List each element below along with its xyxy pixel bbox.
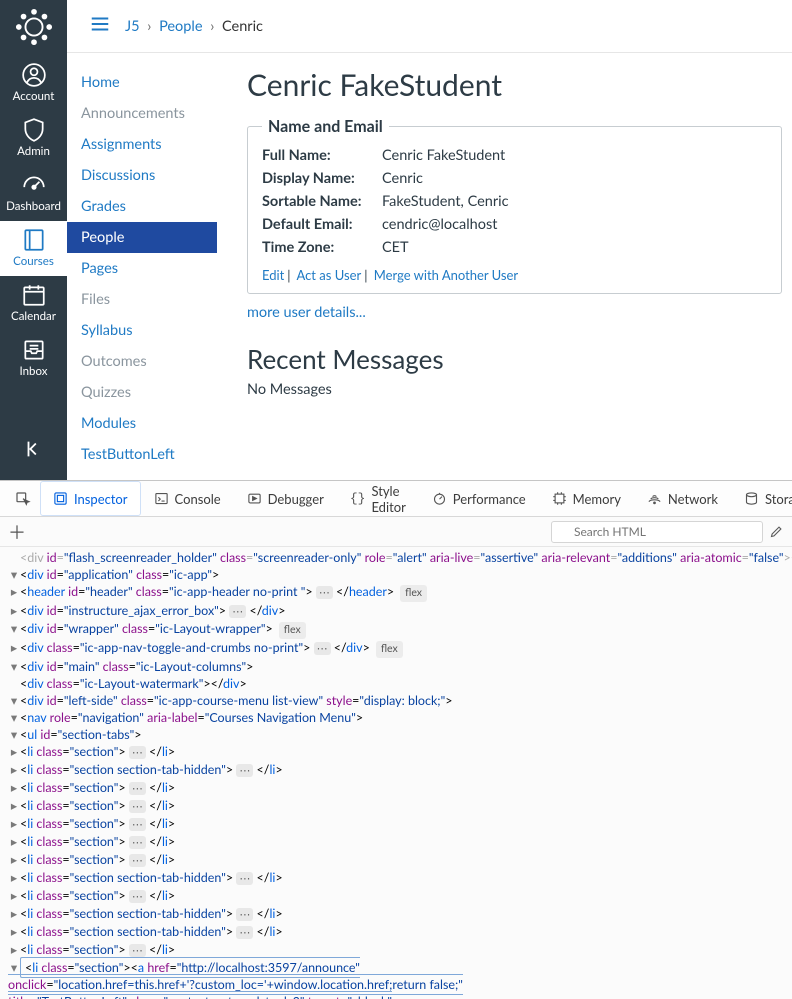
field-value: CET bbox=[382, 239, 409, 256]
no-messages-text: No Messages bbox=[247, 381, 782, 398]
box-legend: Name and Email bbox=[262, 117, 389, 136]
canvas-logo-icon bbox=[13, 6, 55, 48]
act-as-user-link[interactable]: Act as User bbox=[296, 267, 361, 283]
add-node-button[interactable]: ＋ bbox=[8, 519, 26, 545]
devtools-tab-debugger[interactable]: Debugger bbox=[234, 481, 337, 516]
coursenav-discussions[interactable]: Discussions bbox=[67, 160, 217, 191]
dom-tree[interactable]: <div id="flash_screenreader_holder" clas… bbox=[0, 547, 792, 999]
edit-icon[interactable] bbox=[769, 524, 784, 539]
nav-label: Admin bbox=[17, 145, 50, 158]
inspector-icon bbox=[53, 491, 68, 506]
devtools-tab-performance[interactable]: Performance bbox=[419, 481, 539, 516]
crumb-current: Cenric bbox=[222, 18, 263, 35]
nav-admin[interactable]: Admin bbox=[0, 111, 67, 166]
inbox-icon bbox=[21, 337, 47, 363]
coursenav-modules[interactable]: Modules bbox=[67, 408, 217, 439]
memory-icon bbox=[552, 491, 567, 506]
field-label: Default Email: bbox=[262, 216, 382, 233]
nav-dashboard[interactable]: Dashboard bbox=[0, 166, 67, 221]
devtools-panel: Inspector Console Debugger {} Style Edit… bbox=[0, 480, 792, 999]
coursenav-assignments[interactable]: Assignments bbox=[67, 129, 217, 160]
nav-account[interactable]: Account bbox=[0, 56, 67, 111]
coursenav-announcements[interactable]: Announcements bbox=[67, 98, 217, 129]
collapse-icon bbox=[23, 438, 45, 460]
crumb-people[interactable]: People bbox=[159, 18, 202, 35]
nav-label: Courses bbox=[13, 255, 54, 268]
devtools-tabs: Inspector Console Debugger {} Style Edit… bbox=[0, 481, 792, 517]
book-icon bbox=[21, 227, 47, 253]
nav-calendar[interactable]: Calendar bbox=[0, 276, 67, 331]
devtools-subtoolbar: ＋ bbox=[0, 517, 792, 547]
coursenav-quizzes[interactable]: Quizzes bbox=[67, 377, 217, 408]
coursenav-home[interactable]: Home bbox=[67, 67, 217, 98]
breadcrumb: J5 › People › Cenric bbox=[125, 18, 263, 35]
field-value: FakeStudent, Cenric bbox=[382, 193, 509, 210]
user-actions: Edit| Act as User| Merge with Another Us… bbox=[262, 259, 767, 283]
field-value: Cenric FakeStudent bbox=[382, 147, 505, 164]
name-email-box: Name and Email Full Name:Cenric FakeStud… bbox=[247, 117, 782, 294]
picker-icon bbox=[15, 491, 31, 507]
user-icon bbox=[21, 62, 47, 88]
coursenav-people[interactable]: People bbox=[67, 222, 217, 253]
console-icon bbox=[154, 491, 169, 506]
chevron-right-icon: › bbox=[206, 18, 218, 35]
course-nav: Home Announcements Assignments Discussio… bbox=[67, 53, 217, 480]
field-label: Sortable Name: bbox=[262, 193, 382, 210]
performance-icon bbox=[432, 491, 447, 506]
devtools-tab-inspector[interactable]: Inspector bbox=[40, 481, 141, 516]
devtools-pick-element[interactable] bbox=[6, 481, 40, 516]
field-label: Time Zone: bbox=[262, 239, 382, 256]
nav-inbox[interactable]: Inbox bbox=[0, 331, 67, 386]
devtools-tab-storage[interactable]: Storage bbox=[731, 481, 792, 516]
search-html-input[interactable] bbox=[551, 521, 763, 543]
coursenav-files[interactable]: Files bbox=[67, 284, 217, 315]
coursenav-outcomes[interactable]: Outcomes bbox=[67, 346, 217, 377]
debugger-icon bbox=[247, 491, 262, 506]
edit-link[interactable]: Edit bbox=[262, 267, 284, 283]
chevron-right-icon: › bbox=[143, 18, 155, 35]
devtools-tab-console[interactable]: Console bbox=[141, 481, 234, 516]
network-icon bbox=[647, 491, 662, 506]
nav-collapse[interactable] bbox=[23, 426, 45, 480]
calendar-icon bbox=[21, 282, 47, 308]
coursenav-testbuttonleft[interactable]: TestButtonLeft bbox=[67, 439, 217, 470]
nav-courses[interactable]: Courses bbox=[0, 221, 67, 276]
nav-label: Inbox bbox=[20, 365, 48, 378]
devtools-tab-memory[interactable]: Memory bbox=[539, 481, 634, 516]
styleeditor-icon: {} bbox=[350, 491, 366, 506]
crumb-course[interactable]: J5 bbox=[125, 18, 140, 35]
nav-label: Account bbox=[13, 90, 55, 103]
field-value: Cenric bbox=[382, 170, 423, 187]
shield-icon bbox=[21, 117, 47, 143]
coursenav-grades[interactable]: Grades bbox=[67, 191, 217, 222]
global-nav: Account Admin Dashboard Courses Calendar… bbox=[0, 0, 67, 480]
hamburger-icon[interactable] bbox=[89, 13, 111, 39]
nav-label: Calendar bbox=[11, 310, 56, 323]
topbar: J5 › People › Cenric bbox=[67, 0, 792, 53]
field-label: Full Name: bbox=[262, 147, 382, 164]
recent-messages-heading: Recent Messages bbox=[247, 343, 782, 375]
page-title: Cenric FakeStudent bbox=[247, 67, 782, 103]
merge-user-link[interactable]: Merge with Another User bbox=[374, 267, 518, 283]
devtools-tab-styleeditor[interactable]: {} Style Editor bbox=[337, 481, 419, 516]
devtools-tab-network[interactable]: Network bbox=[634, 481, 731, 516]
main-content: Cenric FakeStudent Name and Email Full N… bbox=[217, 53, 792, 480]
more-details-link[interactable]: more user details... bbox=[247, 304, 366, 321]
coursenav-syllabus[interactable]: Syllabus bbox=[67, 315, 217, 346]
nav-label: Dashboard bbox=[6, 200, 61, 213]
field-label: Display Name: bbox=[262, 170, 382, 187]
gauge-icon bbox=[21, 172, 47, 198]
storage-icon bbox=[744, 491, 759, 506]
field-value: cendric@localhost bbox=[382, 216, 497, 233]
coursenav-pages[interactable]: Pages bbox=[67, 253, 217, 284]
